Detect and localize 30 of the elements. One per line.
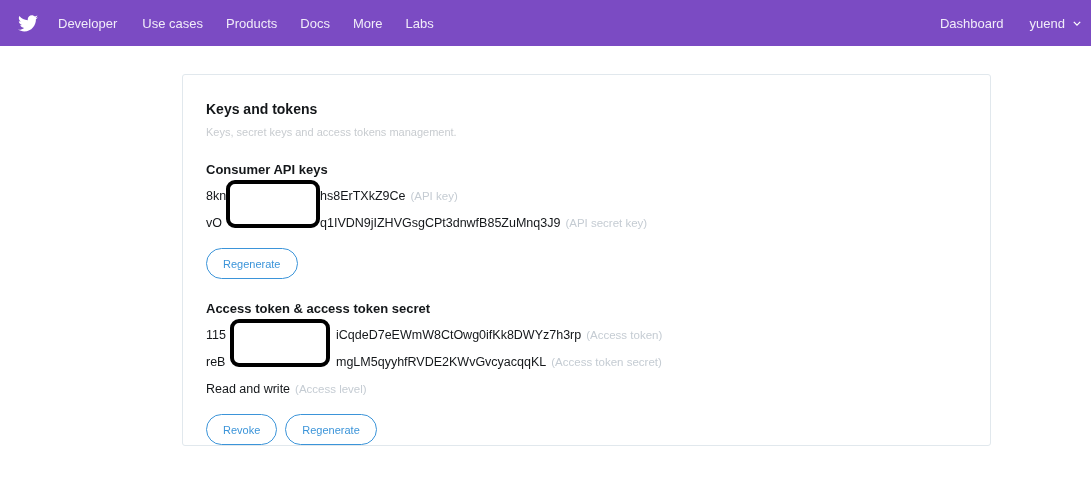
- key-value: hs8ErTXkZ9Ce: [320, 188, 406, 205]
- bird-logo-icon[interactable]: [18, 14, 38, 32]
- user-menu[interactable]: yuend: [1029, 15, 1081, 31]
- key-value: vO: [206, 215, 223, 232]
- card-title: Keys and tokens: [206, 101, 319, 117]
- nav-link[interactable]: Products: [225, 15, 278, 31]
- key-value: iCqdeD7eEWmW8CtOwg0ifKk8DWYz7h3rp: [336, 327, 582, 344]
- section-heading: Consumer API keys: [206, 162, 329, 177]
- regenerate-button[interactable]: Regenerate: [285, 414, 377, 445]
- key-value: reB: [206, 354, 227, 371]
- access-level-value: Read and write: [206, 381, 291, 398]
- nav-link[interactable]: Docs: [300, 15, 330, 31]
- nav-link[interactable]: More: [352, 15, 383, 31]
- section-heading: Access token & access token secret: [206, 301, 431, 316]
- key-value: q1IVDN9jIZHVGsgCPt3dnwfB85ZuMnq3J9: [320, 215, 561, 232]
- nav-link[interactable]: Labs: [405, 15, 434, 31]
- key-value: 115: [206, 327, 227, 344]
- regenerate-button[interactable]: Regenerate: [206, 248, 298, 279]
- revoke-button[interactable]: Revoke: [206, 414, 278, 445]
- key-value: 8kn: [206, 188, 228, 205]
- key-value: mgLM5qyyhfRVDE2KWvGvcyacqqKL: [336, 354, 547, 371]
- key-label: (Access token secret): [551, 355, 662, 370]
- key-label: (API key): [410, 189, 458, 204]
- caret-icon: [1073, 20, 1081, 26]
- nav-link[interactable]: Use cases: [142, 15, 203, 31]
- key-label: (API secret key): [565, 216, 648, 231]
- nav-link[interactable]: Dashboard: [939, 15, 1004, 31]
- nav-link[interactable]: Developer: [58, 15, 118, 31]
- key-label: (Access level): [295, 382, 367, 397]
- key-label: (Access token): [586, 328, 663, 343]
